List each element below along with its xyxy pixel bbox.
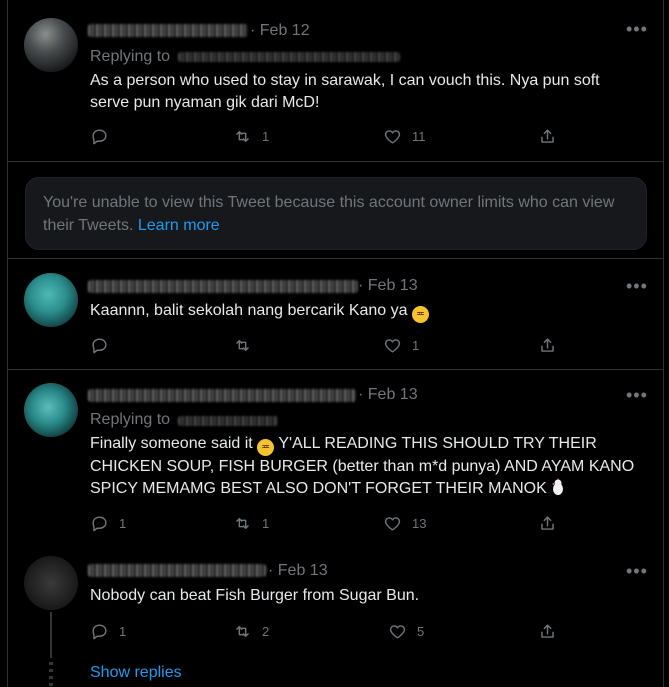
redacted-username xyxy=(88,564,266,577)
reply-count: 1 xyxy=(119,624,127,639)
redacted-username xyxy=(88,280,358,293)
heart-icon xyxy=(384,339,401,353)
tweet-text: Kaannn, balit sekolah nang bercarik Kano… xyxy=(90,300,630,323)
replying-to-label: Replying to xyxy=(90,48,171,65)
redacted-reply-handle[interactable] xyxy=(178,416,278,426)
divider xyxy=(7,258,663,259)
share-icon xyxy=(541,516,554,530)
share-button[interactable] xyxy=(538,514,557,533)
weary-face-emoji: ≖ xyxy=(412,306,429,323)
divider xyxy=(7,161,663,162)
share-button[interactable] xyxy=(538,622,557,641)
reply-icon xyxy=(92,516,107,532)
avatar[interactable] xyxy=(24,556,78,610)
reply-icon xyxy=(92,129,107,145)
retweet-icon xyxy=(236,518,249,529)
tweet-text: Finally someone said it ≖ Y'ALL READING … xyxy=(90,435,635,497)
weary-face-emoji: ≖ xyxy=(257,439,275,456)
tweet-text: As a person who used to stay in sarawak,… xyxy=(90,72,600,111)
reply-icon xyxy=(92,624,107,640)
heart-icon xyxy=(384,517,401,531)
thread-connector-line xyxy=(50,612,52,658)
like-button[interactable]: 1 xyxy=(383,336,419,355)
reply-button[interactable] xyxy=(90,127,119,146)
restricted-tweet-notice: You're unable to view this Tweet because… xyxy=(25,177,647,250)
retweet-button[interactable]: 1 xyxy=(233,127,269,146)
avatar[interactable] xyxy=(24,18,78,72)
retweet-icon xyxy=(236,626,249,637)
more-options-button[interactable]: ••• xyxy=(626,385,648,406)
like-button[interactable]: 13 xyxy=(383,514,426,533)
like-count: 13 xyxy=(412,516,427,531)
tweet-date[interactable]: · Feb 12 xyxy=(250,22,310,40)
heart-icon xyxy=(389,625,406,639)
redacted-reply-handle[interactable] xyxy=(178,52,400,62)
tweet-date[interactable]: · Feb 13 xyxy=(268,562,328,580)
reply-icon xyxy=(92,338,107,354)
share-icon xyxy=(541,624,554,638)
share-icon xyxy=(541,338,554,352)
retweet-button[interactable]: 1 xyxy=(233,514,269,533)
avatar[interactable] xyxy=(24,273,78,327)
more-options-button[interactable]: ••• xyxy=(626,561,648,582)
reply-button[interactable]: 1 xyxy=(90,622,126,641)
share-button[interactable] xyxy=(538,127,557,146)
retweet-count: 2 xyxy=(262,624,270,639)
tweet-date[interactable]: · Feb 13 xyxy=(358,277,418,295)
thread-dots xyxy=(49,662,53,686)
learn-more-link[interactable]: Learn more xyxy=(138,217,220,234)
divider xyxy=(7,369,663,370)
tweet-date[interactable]: · Feb 13 xyxy=(358,386,418,404)
notice-text: You're unable to view this Tweet because… xyxy=(43,194,615,234)
replying-to-label: Replying to xyxy=(90,411,171,428)
retweet-button[interactable] xyxy=(233,336,262,355)
reply-button[interactable]: 1 xyxy=(90,514,126,533)
share-icon xyxy=(541,129,554,143)
like-button[interactable]: 5 xyxy=(388,622,424,641)
reply-count: 1 xyxy=(119,516,127,531)
redacted-username xyxy=(88,389,356,402)
share-button[interactable] xyxy=(538,336,557,355)
like-count: 11 xyxy=(412,129,426,144)
reply-button[interactable] xyxy=(90,336,119,355)
like-button[interactable]: 11 xyxy=(383,127,426,146)
tweet-text: Nobody can beat Fish Burger from Sugar B… xyxy=(90,587,420,604)
like-count: 1 xyxy=(412,338,420,353)
more-options-button[interactable]: ••• xyxy=(626,276,648,297)
chicken-emoji xyxy=(552,478,564,495)
more-options-button[interactable]: ••• xyxy=(626,19,648,40)
avatar[interactable] xyxy=(24,383,78,437)
heart-icon xyxy=(384,130,401,144)
retweet-button[interactable]: 2 xyxy=(233,622,269,641)
retweet-icon xyxy=(236,131,249,142)
retweet-count: 1 xyxy=(262,129,270,144)
redacted-username xyxy=(88,24,248,37)
show-replies-link[interactable]: Show replies xyxy=(90,664,182,682)
like-count: 5 xyxy=(417,624,425,639)
retweet-icon xyxy=(236,340,249,351)
retweet-count: 1 xyxy=(262,516,270,531)
